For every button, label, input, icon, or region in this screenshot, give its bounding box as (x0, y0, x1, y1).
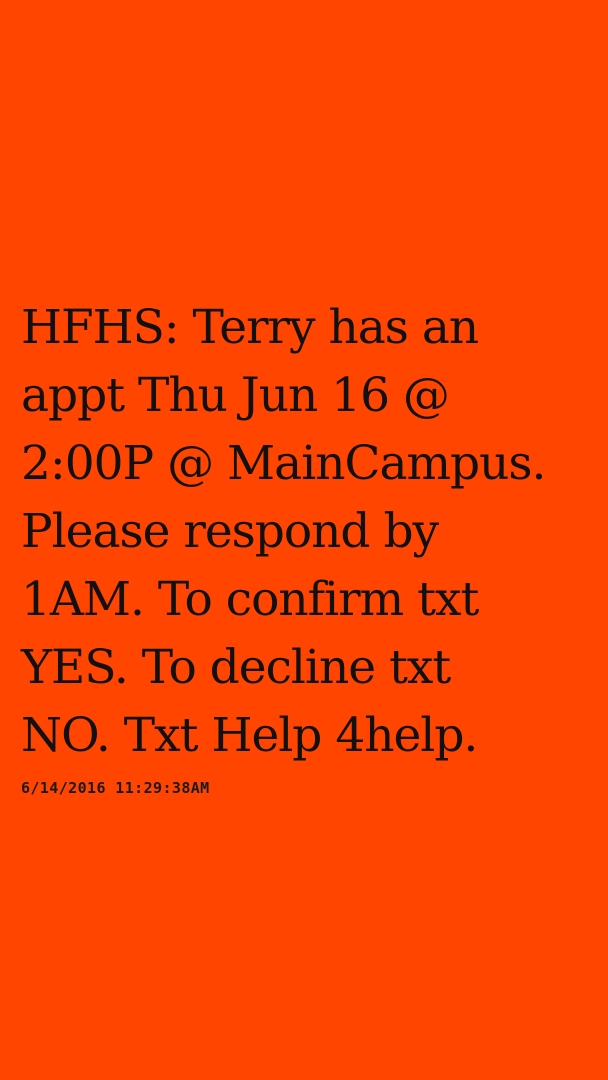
message-text: HFHS: Terry has an appt Thu Jun 16 @ 2:0… (21, 300, 546, 763)
sms-message: HFHS: Terry has an appt Thu Jun 16 @ 2:0… (21, 294, 591, 797)
message-timestamp: 6/14/2016 11:29:38AM (21, 779, 210, 797)
message-screen: HFHS: Terry has an appt Thu Jun 16 @ 2:0… (0, 0, 608, 1080)
